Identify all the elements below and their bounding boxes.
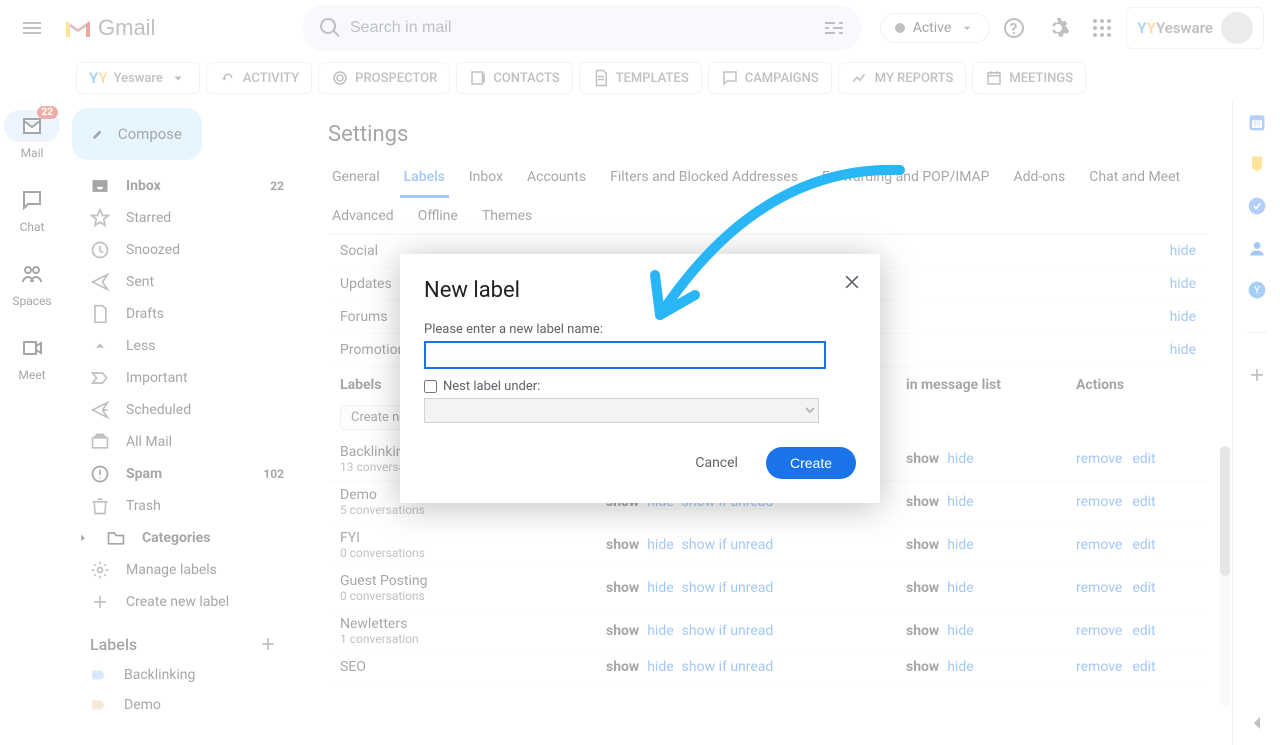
nest-label: Nest label under: (443, 379, 540, 394)
nest-checkbox[interactable] (424, 380, 437, 393)
dialog-title: New label (424, 278, 856, 303)
nest-parent-select[interactable] (424, 398, 819, 423)
label-name-input[interactable] (424, 341, 826, 369)
new-label-dialog: New label Please enter a new label name:… (400, 254, 880, 503)
close-icon (842, 272, 862, 292)
create-button[interactable]: Create (766, 447, 856, 479)
label-name-prompt: Please enter a new label name: (424, 322, 603, 337)
dialog-close-button[interactable] (842, 272, 862, 298)
cancel-button[interactable]: Cancel (685, 447, 748, 479)
